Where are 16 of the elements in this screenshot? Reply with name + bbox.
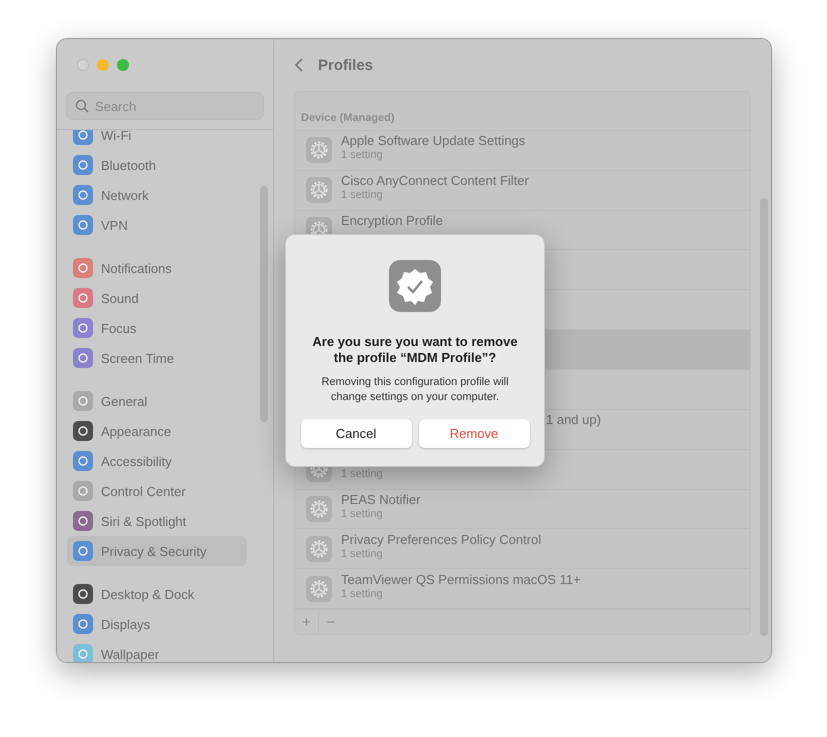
- section-header: Device (Managed): [295, 92, 750, 131]
- profile-name: Privacy Preferences Policy Control: [341, 532, 542, 547]
- dialog-title: Are you sure you want to remove the profile “MDM Profile”?: [311, 334, 519, 366]
- profile-name: TeamViewer QS Permissions macOS 11+: [341, 572, 581, 587]
- profile-name: Cisco AnyConnect Content Filter: [341, 173, 529, 188]
- profile-detail: 1 setting: [341, 547, 384, 562]
- profile-detail: 1 setting: [341, 586, 384, 602]
- profile-detail: 1 setting: [341, 148, 384, 164]
- profile-name: 1 and up): [546, 412, 601, 428]
- profile-detail: 1 setting: [341, 506, 384, 522]
- dialog-message: Removing this configuration profile will change settings on your computer.: [320, 375, 510, 405]
- page-title: Profiles: [318, 56, 374, 74]
- profile-name: Apple Software Update Settings: [341, 133, 526, 148]
- profile-name: Encryption Profile: [341, 213, 443, 228]
- profile-detail: 1 setting: [341, 188, 384, 204]
- profile-name: PEAS Notifier: [341, 492, 420, 507]
